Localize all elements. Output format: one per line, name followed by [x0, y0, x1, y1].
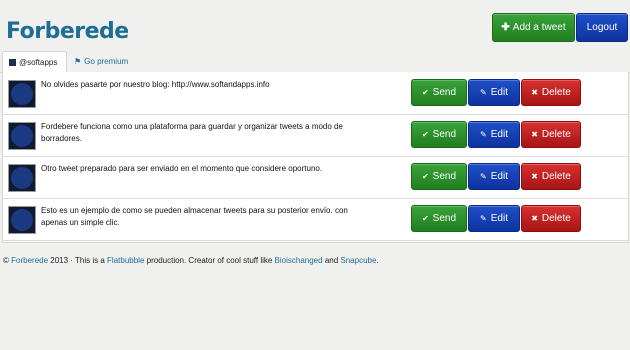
edit-label: Edit: [490, 213, 508, 224]
avatar: [8, 206, 36, 234]
footer-text: 2013 · This is a: [48, 256, 108, 265]
tag-icon: ⚑: [74, 57, 82, 66]
delete-button[interactable]: ✖ Delete: [521, 205, 581, 232]
logo-text: Forberede: [6, 19, 129, 44]
check-circle-icon: ✔: [421, 172, 429, 181]
tweet-row: Fordebere funciona como una plataforma p…: [3, 114, 628, 157]
account-avatar-icon: [9, 59, 16, 67]
delete-button[interactable]: ✖ Delete: [521, 121, 581, 148]
snapcube-link[interactable]: Snapcube: [340, 256, 376, 265]
send-label: Send: [432, 171, 457, 182]
tab-go-premium[interactable]: ⚑ Go premium: [68, 51, 134, 72]
edit-button[interactable]: ✎ Edit: [468, 79, 520, 106]
tweet-text: Fordebere funciona como una plataforma p…: [41, 122, 343, 143]
send-button[interactable]: ✔ Send: [411, 79, 467, 106]
app-logo[interactable]: Forberede: [6, 19, 129, 44]
check-circle-icon: ✔: [421, 214, 429, 223]
avatar: [8, 164, 36, 192]
send-label: Send: [432, 87, 457, 98]
close-icon: ✖: [531, 214, 538, 223]
edit-icon: ✎: [480, 214, 487, 223]
send-button[interactable]: ✔ Send: [411, 205, 467, 232]
edit-label: Edit: [490, 171, 508, 182]
add-tweet-button[interactable]: ✚ Add a tweet: [492, 13, 575, 42]
footer-suffix: .: [376, 256, 379, 265]
delete-button[interactable]: ✖ Delete: [521, 79, 581, 106]
tweet-text: Esto es un ejemplo de como se pueden alm…: [41, 206, 348, 227]
send-button[interactable]: ✔ Send: [411, 163, 467, 190]
add-tweet-label: Add a tweet: [512, 22, 566, 33]
tab-softapps-label: @softapps: [19, 58, 58, 67]
delete-button[interactable]: ✖ Delete: [521, 163, 581, 190]
delete-label: Delete: [541, 171, 571, 182]
plus-icon: ✚: [501, 22, 510, 33]
tweet-row: Otro tweet preparado para ser enviado en…: [3, 156, 628, 199]
edit-button[interactable]: ✎ Edit: [468, 163, 520, 190]
edit-icon: ✎: [480, 130, 487, 139]
delete-label: Delete: [541, 129, 571, 140]
delete-label: Delete: [541, 213, 571, 224]
close-icon: ✖: [531, 88, 538, 97]
footer-prefix: ©: [3, 256, 12, 265]
send-label: Send: [432, 129, 457, 140]
edit-button[interactable]: ✎ Edit: [468, 121, 520, 148]
logout-label: Logout: [586, 22, 618, 33]
check-circle-icon: ✔: [421, 130, 429, 139]
tweet-text: Otro tweet preparado para ser enviado en…: [41, 164, 323, 173]
check-circle-icon: ✔: [421, 88, 429, 97]
tab-softapps[interactable]: @softapps: [2, 51, 67, 74]
delete-label: Delete: [541, 87, 571, 98]
tweet-text: No olvides pasarte por nuestro blog: htt…: [41, 80, 270, 89]
send-button[interactable]: ✔ Send: [411, 121, 467, 148]
avatar: [8, 80, 36, 108]
tweet-list: No olvides pasarte por nuestro blog: htt…: [2, 72, 629, 243]
footer-text: and: [322, 256, 341, 265]
flatbubble-link[interactable]: Flatbubble: [107, 256, 144, 265]
avatar: [8, 122, 36, 150]
edit-icon: ✎: [480, 172, 487, 181]
edit-label: Edit: [490, 129, 508, 140]
footer-brand-link[interactable]: Forberede: [11, 256, 48, 265]
tweet-row: No olvides pasarte por nuestro blog: htt…: [3, 72, 628, 115]
close-icon: ✖: [531, 130, 538, 139]
edit-icon: ✎: [480, 88, 487, 97]
account-tabs: @softapps ⚑ Go premium: [0, 50, 630, 74]
tab-go-premium-label: Go premium: [84, 57, 129, 66]
bioischanged-link[interactable]: Bioischanged: [275, 256, 323, 265]
tweet-row: Esto es un ejemplo de como se pueden alm…: [3, 198, 628, 241]
close-icon: ✖: [531, 172, 538, 181]
footer-text: production. Creator of cool stuff like: [144, 256, 275, 265]
send-label: Send: [432, 213, 457, 224]
edit-button[interactable]: ✎ Edit: [468, 205, 520, 232]
edit-label: Edit: [490, 87, 508, 98]
logout-button[interactable]: Logout: [576, 13, 628, 42]
footer: © Forberede 2013 · This is a Flatbubble …: [3, 256, 379, 265]
